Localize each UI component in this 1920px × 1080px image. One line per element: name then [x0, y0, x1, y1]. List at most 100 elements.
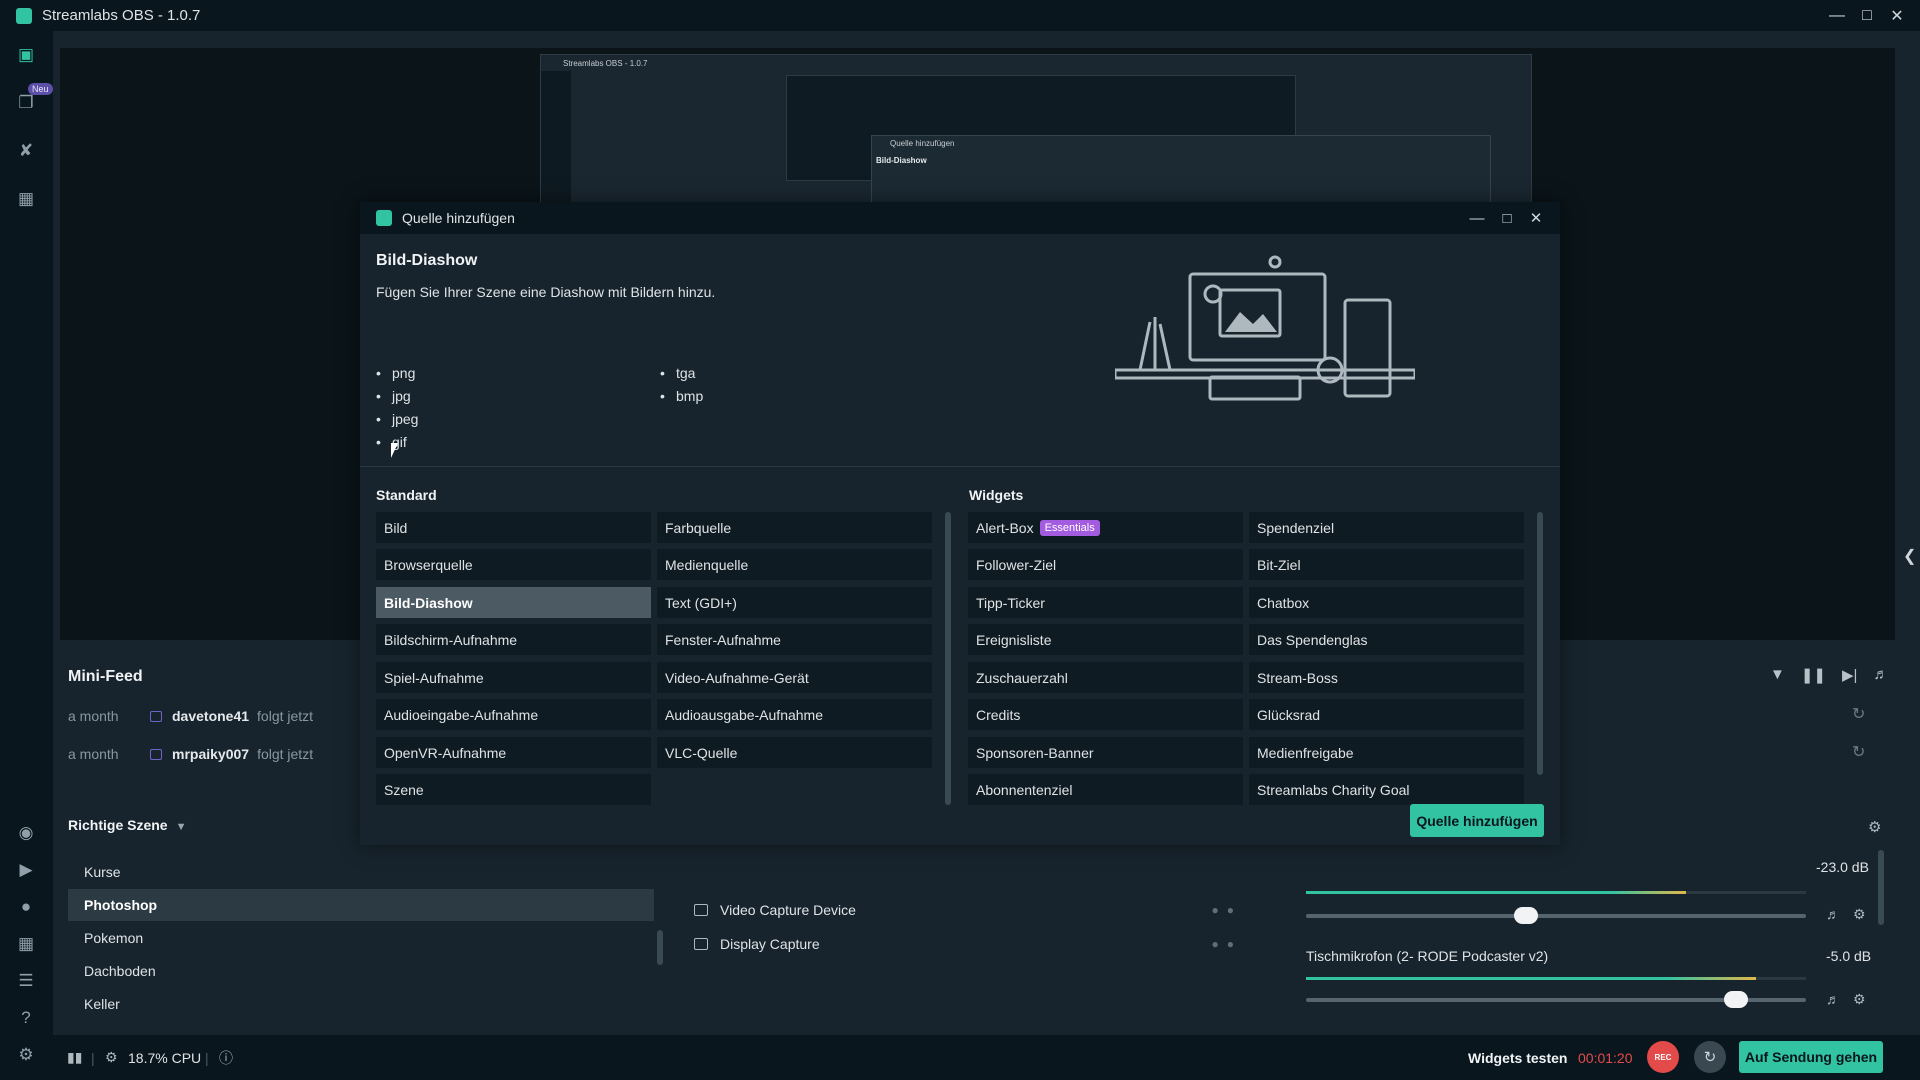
mixer-scrollbar[interactable]	[1878, 850, 1884, 925]
source-item[interactable]: Display Capture ●●	[694, 930, 1254, 958]
scene-item[interactable]: Dachboden	[68, 955, 654, 987]
window-title: Streamlabs OBS - 1.0.7	[42, 7, 201, 24]
scenes-scrollbar[interactable]	[657, 930, 663, 965]
help-icon[interactable]: ?	[14, 1006, 38, 1030]
collapse-chevron-icon[interactable]: ❮	[1903, 546, 1916, 566]
nested-dialog-title: Quelle hinzufügen	[890, 139, 955, 148]
stats-icon[interactable]: ▮▮	[67, 1035, 82, 1080]
close-icon[interactable]: ✕	[1522, 202, 1550, 234]
studio-mode-icon[interactable]: ▣	[14, 43, 38, 67]
maximize-icon[interactable]: □	[1493, 202, 1521, 234]
widget-option[interactable]: Das Spendenglas	[1249, 624, 1524, 655]
widget-option[interactable]: Chatbox	[1249, 587, 1524, 618]
test-widgets-button[interactable]: Widgets testen	[1468, 1035, 1567, 1080]
widget-option[interactable]: Sponsoren-Banner	[968, 737, 1243, 768]
nested-window-title: Streamlabs OBS - 1.0.7	[563, 59, 648, 68]
lock-visibility-icon[interactable]: ●●	[1212, 937, 1243, 951]
widget-option[interactable]: Bit-Ziel	[1249, 549, 1524, 580]
new-badge: Neu	[28, 83, 53, 95]
gear-icon[interactable]: ⚙	[1853, 906, 1866, 923]
format-item: jpg	[376, 388, 411, 404]
feed-item: a month mrpaiky007 folgt jetzt	[68, 739, 368, 769]
widget-option[interactable]: Credits	[968, 699, 1243, 730]
feed-user: davetone41	[172, 708, 250, 724]
scene-item[interactable]: Pokemon	[68, 922, 654, 954]
pause-icon[interactable]: ❚❚	[1801, 666, 1826, 684]
widget-option[interactable]: Glücksrad	[1249, 699, 1524, 730]
source-option[interactable]: Farbquelle	[657, 512, 932, 543]
source-option[interactable]: Text (GDI+)	[657, 587, 932, 618]
scene-item[interactable]: Keller	[68, 988, 654, 1020]
source-option[interactable]: Bildschirm-Aufnahme	[376, 624, 651, 655]
source-option[interactable]: Bild	[376, 512, 651, 543]
app-logo-icon	[376, 210, 392, 226]
minimize-icon[interactable]: —	[1463, 202, 1491, 234]
widget-option[interactable]: Alert-Box Essentials	[968, 512, 1243, 543]
widget-option[interactable]: Ereignisliste	[968, 624, 1243, 655]
widget-option[interactable]: Spendenziel	[1249, 512, 1524, 543]
store-icon[interactable]: ▦	[14, 187, 38, 211]
layout-icon[interactable]: ▦	[14, 932, 38, 956]
source-option-selected[interactable]: Bild-Diashow	[376, 587, 651, 618]
source-option[interactable]: Audioeingabe-Aufnahme	[376, 699, 651, 730]
minimize-icon[interactable]: —	[1822, 0, 1852, 31]
filter-icon[interactable]: ▼	[1770, 666, 1785, 684]
widget-option[interactable]: Zuschauerzahl	[968, 662, 1243, 693]
widget-option[interactable]: Abonnentenziel	[968, 774, 1243, 805]
source-option[interactable]: Szene	[376, 774, 651, 805]
volume-slider-knob[interactable]	[1514, 907, 1538, 924]
record-button[interactable]: REC	[1647, 1041, 1679, 1073]
source-option[interactable]: Browserquelle	[376, 549, 651, 580]
scene-item[interactable]: Kurse	[68, 856, 654, 888]
twitch-icon	[150, 748, 162, 760]
widget-option[interactable]: Medienfreigabe	[1249, 737, 1524, 768]
standard-scrollbar[interactable]	[945, 512, 951, 805]
volume-slider[interactable]	[1306, 991, 1806, 1008]
speaker-icon[interactable]: ♬	[1826, 906, 1840, 922]
close-icon[interactable]: ✕	[1882, 0, 1912, 31]
widget-option[interactable]: Follower-Ziel	[968, 549, 1243, 580]
source-option[interactable]: Video-Aufnahme-Gerät	[657, 662, 932, 693]
add-source-button[interactable]: Quelle hinzufügen	[1410, 804, 1544, 837]
volume-slider-knob[interactable]	[1724, 991, 1748, 1008]
scene-item-selected[interactable]: Photoshop	[68, 889, 654, 921]
speaker-icon[interactable]: ♬	[1826, 991, 1840, 1007]
widgets-scrollbar[interactable]	[1537, 512, 1543, 775]
dashboard-icon[interactable]: ▶	[14, 858, 38, 882]
source-option[interactable]: Spiel-Aufnahme	[376, 662, 651, 693]
gear-icon[interactable]: ⚙	[1853, 991, 1866, 1008]
dialog-title: Quelle hinzufügen	[402, 210, 515, 226]
nested-preview-window: Streamlabs OBS - 1.0.7 Quelle hinzufügen…	[540, 54, 1532, 205]
widgets-section-header: Widgets	[969, 487, 1024, 503]
go-live-button[interactable]: Auf Sendung gehen	[1739, 1041, 1883, 1073]
scene-collection-selector[interactable]: Richtige Szene ▼	[68, 817, 186, 833]
replay-alert-icon[interactable]: ↻	[1852, 704, 1865, 724]
slideshow-illustration	[1115, 255, 1415, 401]
chat-icon[interactable]: ●	[14, 895, 38, 919]
essentials-badge: Essentials	[1039, 519, 1100, 536]
skip-icon[interactable]: ▶|	[1842, 666, 1857, 684]
maximize-icon[interactable]: □	[1852, 0, 1882, 31]
chevron-down-icon: ▼	[175, 821, 187, 833]
source-option[interactable]: Medienquelle	[657, 549, 932, 580]
source-option[interactable]: VLC-Quelle	[657, 737, 932, 768]
info-icon[interactable]: ⓘ	[219, 1035, 233, 1080]
volume-slider[interactable]	[1306, 907, 1806, 924]
source-item[interactable]: Video Capture Device ●●	[694, 896, 1254, 924]
replay-buffer-icon[interactable]: ↻	[1694, 1041, 1726, 1073]
source-option[interactable]: Audioausgabe-Aufnahme	[657, 699, 932, 730]
source-option[interactable]: OpenVR-Aufnahme	[376, 737, 651, 768]
prime-icon[interactable]: ◉	[14, 821, 38, 845]
replay-alert-icon[interactable]: ↻	[1852, 742, 1865, 762]
settings-icon[interactable]: ⚙	[14, 1043, 38, 1067]
volume-icon[interactable]: ♬	[1873, 666, 1888, 684]
widget-option[interactable]: Tipp-Ticker	[968, 587, 1243, 618]
lock-visibility-icon[interactable]: ●●	[1212, 903, 1243, 917]
widget-option[interactable]: Streamlabs Charity Goal	[1249, 774, 1524, 805]
widget-option[interactable]: Stream-Boss	[1249, 662, 1524, 693]
mixer-settings-icon[interactable]: ⚙	[1868, 818, 1881, 836]
source-option[interactable]: Fenster-Aufnahme	[657, 624, 932, 655]
source-title: Bild-Diashow	[376, 252, 478, 269]
editor-tools-icon[interactable]: ✘	[14, 139, 38, 163]
studio-icon[interactable]: ☰	[14, 969, 38, 993]
